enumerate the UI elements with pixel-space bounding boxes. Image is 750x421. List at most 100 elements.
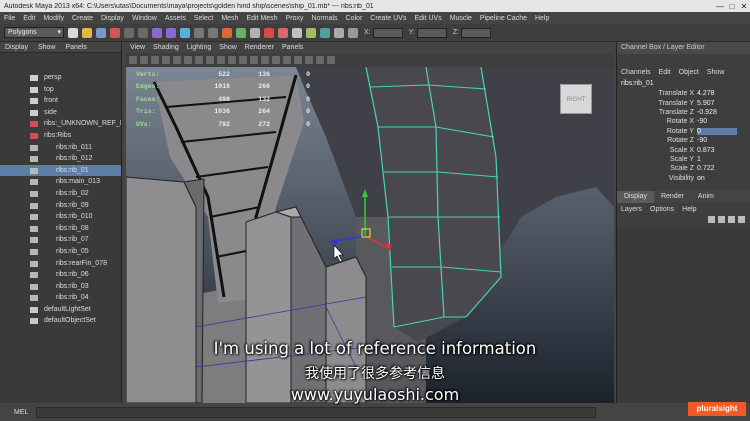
resolution-gate-icon[interactable] — [195, 56, 203, 64]
channel-name[interactable]: Scale Z — [617, 165, 697, 172]
camera-icon[interactable] — [334, 27, 344, 38]
select-hierarchy-icon[interactable] — [110, 27, 120, 38]
menu-help[interactable]: Help — [531, 15, 553, 22]
select-component-icon[interactable] — [138, 27, 148, 38]
outliner-item[interactable]: side — [0, 107, 121, 119]
tab-render[interactable]: Render — [654, 191, 691, 203]
outliner-item[interactable]: ribs:Ribs — [0, 130, 121, 142]
viewport-menu-show[interactable]: Show — [215, 44, 241, 51]
safe-action-icon[interactable] — [228, 56, 236, 64]
menu-display[interactable]: Display — [97, 15, 128, 22]
channel-value[interactable]: 0.873 — [697, 147, 737, 154]
tab-display[interactable]: Display — [617, 191, 654, 203]
channel-row[interactable]: Scale Z 0.722 — [617, 164, 750, 173]
outliner-item[interactable]: ribs:rib_03 — [0, 281, 121, 293]
channel-row[interactable]: Translate Z -0.928 — [617, 108, 750, 117]
film-gate-icon[interactable] — [184, 56, 192, 64]
channel-value[interactable]: on — [697, 175, 737, 182]
outliner-item[interactable]: ribs:rib_05 — [0, 246, 121, 258]
grid-icon[interactable] — [173, 56, 181, 64]
mask-edge-icon[interactable] — [166, 27, 176, 38]
use-all-lights-icon[interactable] — [294, 56, 302, 64]
viewport-menu-shading[interactable]: Shading — [149, 44, 183, 51]
new-layer-icon[interactable] — [728, 216, 735, 223]
mask-vertex-icon[interactable] — [152, 27, 162, 38]
move-layer-up-icon[interactable] — [708, 216, 715, 223]
outliner-item[interactable]: ribs:rib_07 — [0, 234, 121, 246]
snap-curve-icon[interactable] — [208, 27, 218, 38]
render-settings-icon[interactable] — [292, 27, 302, 38]
viewcube-icon[interactable]: RIGHT — [560, 84, 592, 114]
cb-menu-edit[interactable]: Edit — [655, 69, 675, 76]
field-chart-icon[interactable] — [217, 56, 225, 64]
outliner-item[interactable]: ribs:rib_06 — [0, 269, 121, 281]
channel-row[interactable]: Scale Y1 — [617, 155, 750, 164]
outliner-item[interactable]: ribs:rib_010 — [0, 211, 121, 223]
menu-edit-mesh[interactable]: Edit Mesh — [242, 15, 281, 22]
wireframe-icon[interactable] — [250, 56, 258, 64]
menu-create[interactable]: Create — [68, 15, 97, 22]
channel-value[interactable]: 1 — [697, 156, 737, 163]
save-scene-icon[interactable] — [96, 27, 106, 38]
tab-anim[interactable]: Anim — [691, 191, 721, 203]
open-scene-icon[interactable] — [82, 27, 92, 38]
outliner-item[interactable]: ribs:rearFin_078 — [0, 258, 121, 270]
channel-name[interactable]: Visibility — [617, 175, 697, 182]
outliner-item[interactable]: defaultLightSet — [0, 304, 121, 316]
outliner-menu-display[interactable]: Display — [0, 44, 33, 51]
mask-face-icon[interactable] — [180, 27, 190, 38]
mel-label[interactable]: MEL — [0, 409, 36, 416]
camera-attributes-icon[interactable] — [140, 56, 148, 64]
menu-proxy[interactable]: Proxy — [282, 15, 308, 22]
image-plane-icon[interactable] — [162, 56, 170, 64]
outliner-item[interactable]: ribs:rib_01 — [0, 164, 121, 177]
hypershade-icon[interactable] — [306, 27, 316, 38]
select-camera-icon[interactable] — [129, 56, 137, 64]
shadows-icon[interactable] — [305, 56, 313, 64]
channel-row[interactable]: Rotate Z -90 — [617, 136, 750, 145]
channel-name[interactable]: Scale X — [617, 147, 697, 154]
close-button[interactable]: ✕ — [738, 2, 750, 11]
menu-edit[interactable]: Edit — [19, 15, 39, 22]
menu-window[interactable]: Window — [128, 15, 161, 22]
menu-muscle[interactable]: Muscle — [446, 15, 476, 22]
outliner-menu-show[interactable]: Show — [33, 44, 61, 51]
layer-menu-help[interactable]: Help — [678, 206, 700, 213]
channel-name[interactable]: Rotate Z — [617, 137, 697, 144]
outliner-item[interactable]: ribs:rib_02 — [0, 188, 121, 200]
new-scene-icon[interactable] — [68, 27, 78, 38]
menu-edit-uvs[interactable]: Edit UVs — [410, 15, 445, 22]
snap-grid-icon[interactable] — [194, 27, 204, 38]
channel-value[interactable]: 0 — [697, 127, 737, 135]
outliner-item[interactable]: top — [0, 84, 121, 96]
minimize-button[interactable]: — — [714, 2, 726, 11]
safe-title-icon[interactable] — [239, 56, 247, 64]
history-icon[interactable] — [250, 27, 260, 38]
outliner-item[interactable]: front — [0, 95, 121, 107]
cb-menu-channels[interactable]: Channels — [617, 69, 655, 76]
outliner-item[interactable]: ribs:main_013 — [0, 176, 121, 188]
menu-assets[interactable]: Assets — [161, 15, 190, 22]
outliner-item[interactable]: ribs:_UNKNOWN_REF_N — [0, 118, 121, 130]
channel-name[interactable]: Translate Z — [617, 109, 697, 116]
channel-row[interactable]: Translate Y 5.907 — [617, 98, 750, 107]
outliner-item[interactable]: defaultObjectSet — [0, 315, 121, 327]
command-input[interactable] — [36, 406, 596, 418]
channel-row[interactable]: Rotate Y0 — [617, 127, 750, 136]
channel-value[interactable]: -0.928 — [697, 109, 737, 116]
wireframe-on-shaded-icon[interactable] — [272, 56, 280, 64]
gate-mask-icon[interactable] — [206, 56, 214, 64]
channel-name[interactable]: Scale Y — [617, 156, 697, 163]
channel-row[interactable]: Translate X 4.278 — [617, 89, 750, 98]
menu-select[interactable]: Select — [190, 15, 217, 22]
render-icon[interactable] — [264, 27, 274, 38]
viewport-menu-renderer[interactable]: Renderer — [241, 44, 278, 51]
channel-value[interactable]: 4.278 — [697, 90, 737, 97]
y-field[interactable] — [416, 27, 447, 38]
menu-modify[interactable]: Modify — [39, 15, 68, 22]
outliner-item[interactable]: ribs:rib_09 — [0, 200, 121, 212]
channel-name[interactable]: Rotate X — [617, 118, 697, 125]
smooth-shade-icon[interactable] — [261, 56, 269, 64]
render-view-icon[interactable] — [320, 27, 330, 38]
cb-menu-show[interactable]: Show — [703, 69, 729, 76]
